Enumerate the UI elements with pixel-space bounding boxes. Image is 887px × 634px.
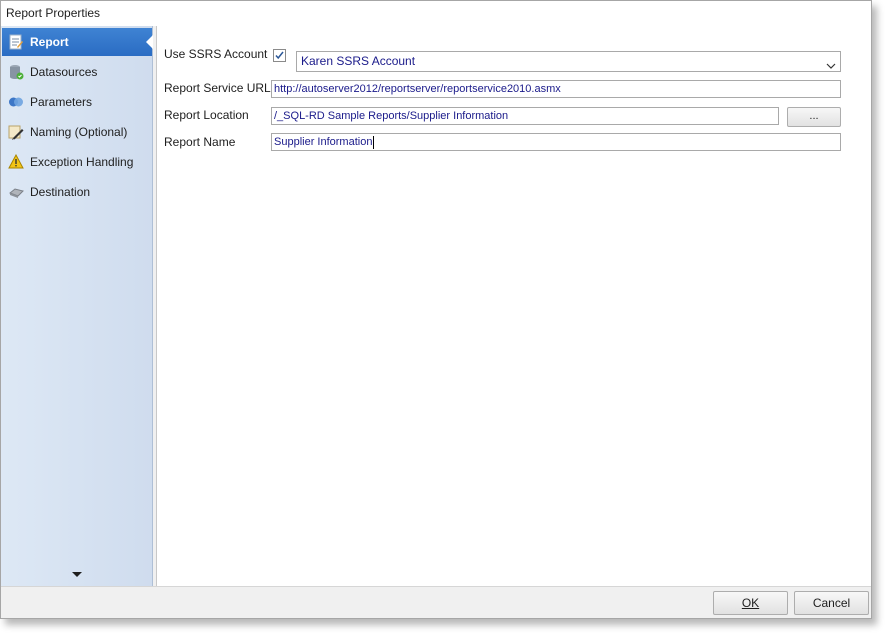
sidebar-item-parameters[interactable]: Parameters — [2, 88, 152, 116]
report-service-url-value: http://autoserver2012/reportserver/repor… — [274, 83, 561, 95]
sidebar-item-exception-handling[interactable]: Exception Handling — [2, 148, 152, 176]
report-name-input[interactable]: Supplier Information — [271, 133, 841, 151]
report-location-input[interactable]: /_SQL-RD Sample Reports/Supplier Informa… — [271, 107, 779, 125]
sidebar-item-label: Datasources — [30, 65, 98, 79]
ok-button[interactable]: OK — [713, 591, 788, 615]
checkmark-icon — [275, 51, 284, 60]
sidebar-item-destination[interactable]: Destination — [2, 178, 152, 206]
ssrs-account-value: Karen SSRS Account — [301, 54, 416, 68]
active-pointer — [146, 35, 153, 49]
scroll-down-arrow-icon[interactable] — [72, 572, 82, 577]
pencil-icon — [7, 123, 25, 141]
sidebar-item-datasources[interactable]: Datasources — [2, 58, 152, 86]
sidebar-item-label: Parameters — [30, 95, 93, 109]
report-location-value: /_SQL-RD Sample Reports/Supplier Informa… — [274, 110, 509, 122]
destination-icon — [7, 183, 25, 201]
warning-icon — [7, 153, 25, 171]
text-caret — [373, 135, 375, 149]
ok-button-label: OK — [741, 596, 760, 610]
report-name-value: Supplier Information — [274, 136, 373, 148]
parameters-icon — [7, 93, 25, 111]
report-service-url-input[interactable]: http://autoserver2012/reportserver/repor… — [271, 80, 841, 98]
sidebar-item-label: Report — [30, 35, 69, 49]
use-ssrs-account-checkbox[interactable] — [273, 49, 286, 62]
report-service-url-label: Report Service URL — [164, 81, 271, 95]
report-name-label: Report Name — [164, 135, 236, 149]
sidebar-item-report[interactable]: Report — [2, 28, 153, 56]
use-ssrs-account-label: Use SSRS Account — [164, 47, 268, 61]
browse-button[interactable]: ... — [787, 107, 841, 127]
sidebar-item-label: Destination — [30, 185, 91, 199]
sidebar-nav: Report Datasources Parameters Naming (Op… — [1, 26, 153, 586]
cancel-button-label: Cancel — [812, 596, 851, 610]
main-content: Use SSRS Account Karen SSRS Account Repo… — [156, 26, 871, 586]
report-icon — [7, 33, 25, 51]
cancel-button[interactable]: Cancel — [794, 591, 869, 615]
report-location-label: Report Location — [164, 108, 249, 122]
ssrs-account-dropdown[interactable]: Karen SSRS Account — [296, 51, 841, 72]
sidebar-item-label: Naming (Optional) — [30, 125, 128, 139]
title-bar: Report Properties — [1, 1, 871, 26]
database-icon — [7, 63, 25, 81]
report-properties-dialog: Report Properties Report Datasources Par… — [0, 0, 872, 619]
dialog-footer: OK Cancel — [1, 586, 871, 618]
chevron-down-icon — [826, 57, 836, 76]
sidebar-item-naming[interactable]: Naming (Optional) — [2, 118, 152, 146]
sidebar-item-label: Exception Handling — [30, 155, 134, 169]
window-title: Report Properties — [6, 6, 101, 20]
